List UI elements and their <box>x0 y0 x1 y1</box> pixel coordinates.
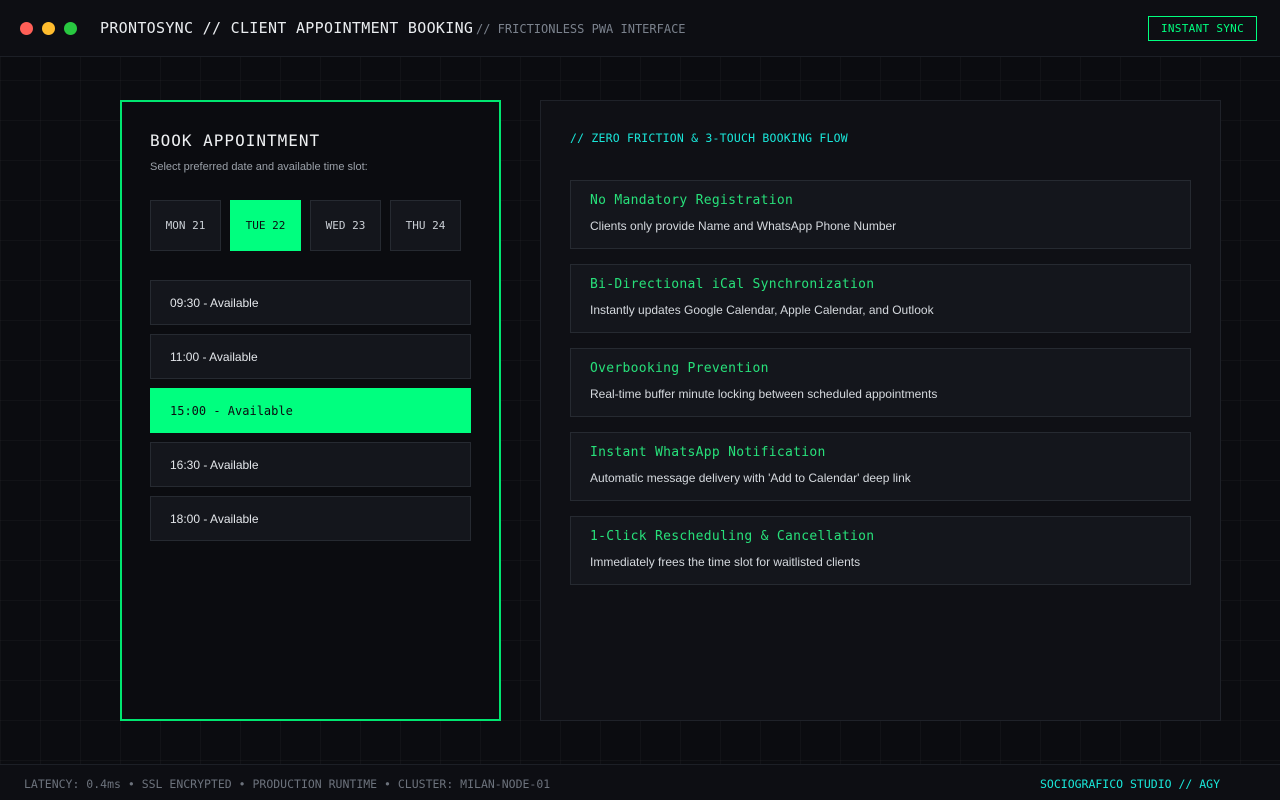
booking-title: BOOK APPOINTMENT <box>150 131 321 150</box>
feature-title: Instant WhatsApp Notification <box>590 445 826 460</box>
instant-sync-button[interactable]: INSTANT SYNC <box>1148 16 1257 41</box>
day-option-mon-21[interactable]: MON 21 <box>150 200 221 251</box>
status-footer: LATENCY: 0.4ms • SSL ENCRYPTED • PRODUCT… <box>0 764 1280 800</box>
feature-title: 1-Click Rescheduling & Cancellation <box>590 529 875 544</box>
feature-description: Instantly updates Google Calendar, Apple… <box>590 303 934 317</box>
feature-card: Overbooking Prevention Real-time buffer … <box>570 348 1191 417</box>
booking-subtitle: Select preferred date and available time… <box>150 161 368 173</box>
footer-status-text: LATENCY: 0.4ms • SSL ENCRYPTED • PRODUCT… <box>24 777 551 791</box>
feature-card: Instant WhatsApp Notification Automatic … <box>570 432 1191 501</box>
feature-description: Clients only provide Name and WhatsApp P… <box>590 219 897 233</box>
time-slot-1100[interactable]: 11:00 - Available <box>150 334 471 379</box>
features-heading: // ZERO FRICTION & 3-TOUCH BOOKING FLOW <box>570 131 848 145</box>
feature-card: No Mandatory Registration Clients only p… <box>570 180 1191 249</box>
window-minimize-dot[interactable] <box>42 22 55 35</box>
features-panel: // ZERO FRICTION & 3-TOUCH BOOKING FLOW … <box>540 100 1221 721</box>
app-subtitle: // FRICTIONLESS PWA INTERFACE <box>476 22 686 36</box>
time-slot-0930[interactable]: 09:30 - Available <box>150 280 471 325</box>
feature-card: Bi-Directional iCal Synchronization Inst… <box>570 264 1191 333</box>
app-header: PRONTOSYNC // CLIENT APPOINTMENT BOOKING… <box>0 0 1280 57</box>
feature-description: Automatic message delivery with 'Add to … <box>590 471 911 485</box>
day-option-wed-23[interactable]: WED 23 <box>310 200 381 251</box>
feature-card: 1-Click Rescheduling & Cancellation Imme… <box>570 516 1191 585</box>
footer-brand: SOCIOGRAFICO STUDIO // AGY <box>1040 777 1221 791</box>
feature-title: Bi-Directional iCal Synchronization <box>590 277 875 292</box>
feature-title: No Mandatory Registration <box>590 193 794 208</box>
day-option-thu-24[interactable]: THU 24 <box>390 200 461 251</box>
window-maximize-dot[interactable] <box>64 22 77 35</box>
window-close-dot[interactable] <box>20 22 33 35</box>
feature-title: Overbooking Prevention <box>590 361 769 376</box>
app-title: PRONTOSYNC // CLIENT APPOINTMENT BOOKING <box>100 19 474 37</box>
feature-description: Immediately frees the time slot for wait… <box>590 555 861 569</box>
time-slot-1800[interactable]: 18:00 - Available <box>150 496 471 541</box>
day-option-tue-22[interactable]: TUE 22 <box>230 200 301 251</box>
time-slot-1630[interactable]: 16:30 - Available <box>150 442 471 487</box>
time-slot-1500[interactable]: 15:00 - Available <box>150 388 471 433</box>
booking-panel: BOOK APPOINTMENT Select preferred date a… <box>120 100 501 721</box>
feature-description: Real-time buffer minute locking between … <box>590 387 938 401</box>
